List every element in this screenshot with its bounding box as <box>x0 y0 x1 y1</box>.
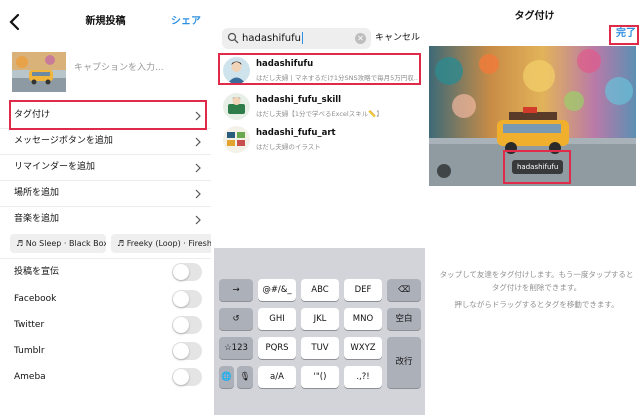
toggle-label: Tumblr <box>14 346 45 356</box>
key[interactable]: .,?! <box>344 366 382 388</box>
chevron-right-icon <box>195 215 201 225</box>
result-username: hadashi_fufu_art <box>256 128 336 138</box>
toggle-row-ameba: Ameba <box>0 364 211 391</box>
key[interactable]: @#/&_ <box>258 279 296 301</box>
facebook-toggle[interactable] <box>172 290 202 308</box>
search-value: hadashifufu <box>242 33 301 44</box>
add-music-row[interactable]: 音楽を追加 <box>0 206 211 233</box>
search-icon <box>227 32 239 44</box>
post-thumbnail <box>12 52 66 92</box>
avatar <box>223 93 250 120</box>
ameba-toggle[interactable] <box>172 368 202 386</box>
row-label: 音楽を追加 <box>14 214 60 224</box>
toggle-row-tumblr: Tumblr <box>0 338 211 365</box>
toggle-row-twitter: Twitter <box>0 312 211 339</box>
space-key[interactable]: 空白 <box>387 308 421 330</box>
clear-icon[interactable]: ✕ <box>355 33 366 44</box>
highlight-box <box>218 53 421 85</box>
twitter-toggle[interactable] <box>172 316 202 334</box>
return-key[interactable]: 改行 <box>387 337 421 388</box>
key[interactable]: GHI <box>258 308 296 330</box>
instruction-text: タップして友達をタグ付けします。もう一度タップするとタグ付けを削除できます。 <box>439 270 634 292</box>
add-location-row[interactable]: 場所を追加 <box>0 180 211 207</box>
result-subtitle: はだし夫婦【1分で学べるExcelスキル📏】 <box>256 110 383 118</box>
highlight-box <box>609 25 639 45</box>
key[interactable]: JKL <box>301 308 339 330</box>
key[interactable]: '"() <box>301 366 339 388</box>
music-chip[interactable]: ♬ Freeky (Loop) · Fireshi <box>111 234 211 253</box>
toggle-label: Ameba <box>14 372 46 382</box>
add-reminder-row[interactable]: リマインダーを追加 <box>0 154 211 181</box>
toggle-label: Twitter <box>14 320 45 330</box>
toggle-row-facebook: Facebook <box>0 286 211 313</box>
search-result-item[interactable]: hadashi_fufu_art はだし夫婦のイラスト <box>214 122 425 158</box>
key[interactable]: a/A <box>258 366 296 388</box>
toggle-label: 投稿を宣伝 <box>14 267 60 277</box>
share-button[interactable]: シェア <box>171 0 201 44</box>
person-icon[interactable] <box>437 164 451 178</box>
toggle-row-promote: 投稿を宣伝 <box>0 259 211 286</box>
music-suggestions: ♬ No Sleep · Black Box ♬ Freeky (Loop) ·… <box>0 232 211 256</box>
row-label: 場所を追加 <box>14 188 60 198</box>
chevron-right-icon <box>195 189 201 199</box>
key[interactable]: WXYZ <box>344 337 382 359</box>
microphone-icon[interactable]: 🎙 <box>237 366 253 388</box>
key[interactable]: PQRS <box>258 337 296 359</box>
instruction-text: 押しながらドラッグするとタグを移動できます。 <box>454 300 619 309</box>
key[interactable]: DEF <box>344 279 382 301</box>
backspace-key[interactable]: ⌫ <box>387 279 421 301</box>
tagging-screen: タグ付け 完了 hadashifufu タップして友達をタグ付けします。もう一度… <box>429 0 640 415</box>
result-subtitle: はだし夫婦のイラスト <box>256 143 321 151</box>
undo-key[interactable]: ↺ <box>219 308 253 330</box>
tag-search-screen: hadashifufu ✕ キャンセル hadashifufu はだし夫婦丨マネ… <box>214 0 425 415</box>
result-username: hadashi_fufu_skill <box>256 95 342 105</box>
keyboard: → @#/&_ ABC DEF ⌫ ↺ GHI JKL MNO 空白 ☆123 … <box>214 248 425 415</box>
key[interactable]: ABC <box>301 279 339 301</box>
highlight-box <box>9 100 207 130</box>
header: 新規投稿 シェア <box>0 0 211 44</box>
globe-icon[interactable]: 🌐 <box>219 366 234 388</box>
key[interactable]: MNO <box>344 308 382 330</box>
chevron-right-icon <box>195 163 201 173</box>
caption-input[interactable]: キャプションを入力... <box>74 60 164 73</box>
text-cursor <box>301 32 303 44</box>
music-chip[interactable]: ♬ No Sleep · Black Box <box>10 234 106 253</box>
search-result-item[interactable]: hadashi_fufu_skill はだし夫婦【1分で学べるExcelスキル📏… <box>214 89 425 125</box>
add-message-button-row[interactable]: メッセージボタンを追加 <box>0 128 211 155</box>
tumblr-toggle[interactable] <box>172 342 202 360</box>
search-input[interactable]: hadashifufu ✕ <box>222 28 371 49</box>
post-photo[interactable]: hadashifufu <box>429 46 636 186</box>
key-arrow[interactable]: → <box>219 279 253 301</box>
numbers-key[interactable]: ☆123 <box>219 337 253 359</box>
new-post-screen: 新規投稿 シェア キャプションを入力... タグ付け メッセージボタンを追加 リ… <box>0 0 211 415</box>
row-label: メッセージボタンを追加 <box>14 136 113 146</box>
cancel-button[interactable]: キャンセル <box>375 28 420 49</box>
toggle-label: Facebook <box>14 294 57 304</box>
avatar <box>223 126 250 153</box>
promote-toggle[interactable] <box>172 263 202 281</box>
highlight-box <box>503 150 571 184</box>
key[interactable]: TUV <box>301 337 339 359</box>
chevron-right-icon <box>195 137 201 147</box>
row-label: リマインダーを追加 <box>14 162 96 172</box>
